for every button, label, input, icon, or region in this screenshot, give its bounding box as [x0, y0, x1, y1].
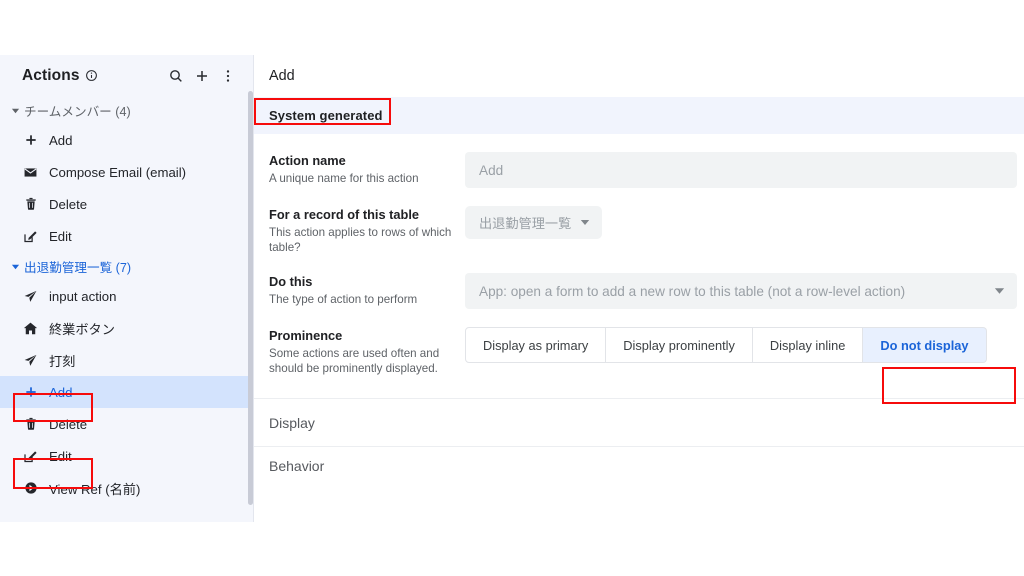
search-icon[interactable] [164, 64, 188, 88]
trash-icon [22, 196, 39, 213]
sidebar-item-label: Delete [49, 196, 88, 212]
sidebar-item-label: Compose Email (email) [49, 164, 187, 180]
field-do-this: Do this The type of action to perform Ap… [254, 273, 1024, 309]
paper-plane-icon [22, 288, 39, 305]
field-description: A unique name for this action [269, 172, 419, 185]
sidebar-item-add-attendance[interactable]: Add [0, 376, 254, 408]
sidebar-scrollbar[interactable] [248, 91, 253, 505]
more-vertical-icon[interactable] [216, 64, 240, 88]
sidebar-item-add-team[interactable]: Add [0, 124, 254, 156]
prominence-segmented-control: Display as primary Display prominently D… [465, 327, 1017, 363]
action-name-placeholder: Add [479, 162, 504, 178]
arrow-circle-right-icon [22, 480, 39, 497]
field-label-group: Do this The type of action to perform [269, 273, 465, 307]
field-action-name: Action name A unique name for this actio… [254, 152, 1024, 188]
sidebar-item-end-work-button[interactable]: 終業ボタン [0, 312, 254, 344]
chevron-down-icon [994, 284, 1005, 299]
system-generated-label: System generated [269, 108, 383, 123]
sidebar-item-edit-team[interactable]: Edit [0, 220, 254, 252]
sidebar-item-label: 打刻 [49, 353, 76, 369]
field-label-group: For a record of this table This action a… [269, 206, 465, 255]
sidebar-group-header-team-member[interactable]: チームメンバー (4) [0, 96, 254, 124]
envelope-icon [22, 164, 39, 181]
sidebar-group-label: 出退勤管理一覧 (7) [24, 260, 132, 275]
action-detail-panel: Add System generated Action name A uniqu… [254, 55, 1024, 522]
section-display[interactable]: Display [254, 398, 1024, 446]
edit-pencil-square-icon [22, 448, 39, 465]
trash-icon [22, 416, 39, 433]
field-label: Prominence [269, 328, 343, 343]
prominence-option-display-prominently[interactable]: Display prominently [606, 327, 753, 363]
sidebar-item-input-action[interactable]: input action [0, 280, 254, 312]
section-behavior[interactable]: Behavior [254, 446, 1024, 486]
sidebar-item-label: View Ref (名前) [49, 481, 141, 497]
field-control: Display as primary Display prominently D… [465, 327, 1024, 363]
action-name-input[interactable]: Add [465, 152, 1017, 188]
sidebar-item-label: Add [49, 132, 73, 148]
sidebar-item-label: input action [49, 288, 117, 304]
field-prominence: Prominence Some actions are used often a… [254, 327, 1024, 376]
plus-icon [22, 384, 39, 401]
sidebar-group-label: チームメンバー (4) [24, 104, 131, 119]
prominence-option-display-inline[interactable]: Display inline [752, 327, 864, 363]
chevron-down-icon [8, 262, 22, 271]
sidebar-title: Actions [22, 66, 80, 84]
paper-plane-icon [22, 352, 39, 369]
sidebar-item-label: Edit [49, 228, 72, 244]
field-control: Add [465, 152, 1024, 188]
do-this-value: App: open a form to add a new row to thi… [479, 283, 906, 299]
sidebar-item-delete-team[interactable]: Delete [0, 188, 254, 220]
sidebar-item-delete-attendance[interactable]: Delete [0, 408, 254, 440]
sidebar-item-timestamp[interactable]: 打刻 [0, 344, 254, 376]
plus-icon [22, 132, 39, 149]
sidebar-item-view-ref[interactable]: View Ref (名前) [0, 472, 254, 504]
system-generated-banner: System generated [254, 97, 1024, 134]
field-description: Some actions are used often and should b… [269, 347, 440, 375]
home-icon [22, 320, 39, 337]
sidebar-item-label: Edit [49, 448, 72, 464]
section-behavior-label: Behavior [269, 458, 325, 474]
field-description: The type of action to perform [269, 293, 418, 306]
sidebar-group-header-attendance[interactable]: 出退勤管理一覧 (7) [0, 252, 254, 280]
action-form: Action name A unique name for this actio… [254, 134, 1024, 486]
field-label: Action name [269, 153, 346, 168]
sidebar-item-label: Delete [49, 416, 88, 432]
field-label: For a record of this table [269, 207, 420, 222]
actions-sidebar: Actions チームメンバー (4) Add Compose Email (e… [0, 55, 254, 522]
chevron-down-icon [8, 106, 22, 115]
sidebar-item-edit-attendance[interactable]: Edit [0, 440, 254, 472]
field-description: This action applies to rows of which tab… [269, 226, 452, 254]
record-table-value: 出退勤管理一覧 [479, 216, 572, 231]
page-title: Add [269, 68, 295, 84]
sidebar-header: Actions [0, 55, 254, 96]
field-control: 出退勤管理一覧 [465, 206, 1024, 239]
field-label-group: Prominence Some actions are used often a… [269, 327, 465, 376]
sidebar-item-compose-email[interactable]: Compose Email (email) [0, 156, 254, 188]
edit-pencil-square-icon [22, 228, 39, 245]
section-display-label: Display [269, 414, 315, 431]
info-circle-icon[interactable] [85, 69, 98, 82]
record-table-select[interactable]: 出退勤管理一覧 [465, 206, 603, 239]
field-label: Do this [269, 274, 313, 289]
sidebar-item-label: Add [49, 384, 73, 400]
sidebar-item-label: 終業ボタン [49, 321, 115, 337]
do-this-select[interactable]: App: open a form to add a new row to thi… [465, 273, 1017, 309]
field-label-group: Action name A unique name for this actio… [269, 152, 465, 186]
field-record-table: For a record of this table This action a… [254, 206, 1024, 255]
prominence-option-do-not-display[interactable]: Do not display [863, 327, 987, 363]
chevron-down-icon [580, 215, 590, 230]
actions-editor-window: Actions チームメンバー (4) Add Compose Email (e… [0, 55, 1024, 522]
plus-icon[interactable] [190, 64, 214, 88]
field-control: App: open a form to add a new row to thi… [465, 273, 1024, 309]
prominence-option-display-as-primary[interactable]: Display as primary [465, 327, 607, 363]
